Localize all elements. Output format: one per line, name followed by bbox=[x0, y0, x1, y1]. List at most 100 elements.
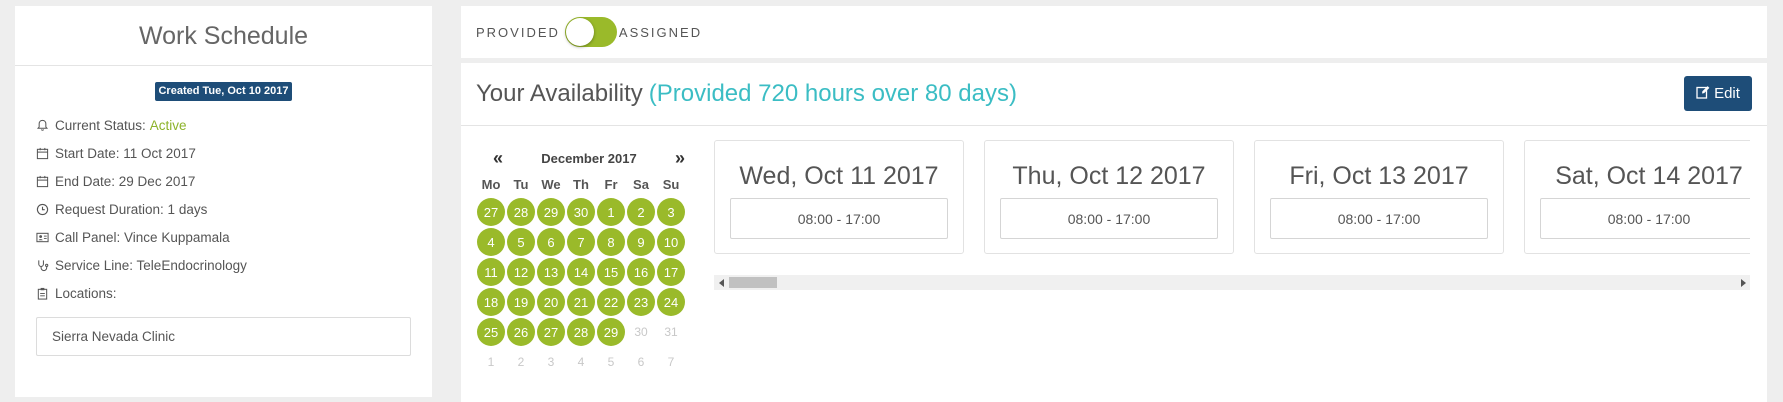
calendar-day-number: 25 bbox=[477, 318, 505, 346]
next-month-button[interactable]: » bbox=[670, 148, 690, 169]
calendar-day-available[interactable]: 20 bbox=[536, 287, 566, 317]
weekday-label: Fr bbox=[604, 176, 618, 192]
calendar-day-other-month[interactable]: 31 bbox=[656, 317, 686, 347]
calendar-day-available[interactable]: 18 bbox=[476, 287, 506, 317]
calendar-day-other-month[interactable]: 30 bbox=[626, 317, 656, 347]
availability-panel: Your Availability (Provided 720 hours ov… bbox=[461, 63, 1767, 402]
time-slot[interactable]: 08:00 - 17:00 bbox=[730, 198, 948, 239]
calendar-day-available[interactable]: 7 bbox=[566, 227, 596, 257]
calendar-day-available[interactable]: 14 bbox=[566, 257, 596, 287]
calendar-day-available[interactable]: 30 bbox=[566, 197, 596, 227]
time-slot[interactable]: 08:00 - 17:00 bbox=[1000, 198, 1218, 239]
horizontal-scrollbar[interactable] bbox=[714, 275, 1750, 290]
calendar-day-available[interactable]: 25 bbox=[476, 317, 506, 347]
scroll-left-arrow-icon[interactable] bbox=[714, 275, 729, 290]
calendar-day-available[interactable]: 4 bbox=[476, 227, 506, 257]
calendar-day-number: 29 bbox=[597, 318, 625, 346]
scroll-right-arrow-icon[interactable] bbox=[1735, 275, 1750, 290]
calendar-day-available[interactable]: 27 bbox=[476, 197, 506, 227]
location-item[interactable]: Sierra Nevada Clinic bbox=[36, 317, 411, 356]
calendar-day-available[interactable]: 1 bbox=[596, 197, 626, 227]
calendar-day-number: 18 bbox=[477, 288, 505, 316]
calendar-day-available[interactable]: 23 bbox=[626, 287, 656, 317]
calendar-day-available[interactable]: 12 bbox=[506, 257, 536, 287]
calendar-day-other-month[interactable]: 6 bbox=[626, 347, 656, 377]
calendar-day-other-month[interactable]: 3 bbox=[536, 347, 566, 377]
calendar-day-number: 7 bbox=[567, 228, 595, 256]
calendar-day-number: 3 bbox=[547, 355, 555, 369]
day-card: Thu, Oct 12 2017 08:00 - 17:00 bbox=[984, 140, 1234, 254]
status-value: Active bbox=[149, 117, 187, 133]
prev-month-button[interactable]: « bbox=[488, 148, 508, 169]
calendar-day-other-month[interactable]: 4 bbox=[566, 347, 596, 377]
month-calendar: « December 2017 » Mo Tu We Th Fr Sa Su 27 28 29 3… bbox=[476, 145, 694, 377]
request-duration-row: Request Duration: 1 days bbox=[36, 195, 432, 223]
calendar-week-row: 27 28 29 30 1 2 3 bbox=[476, 197, 694, 227]
calendar-day-available[interactable]: 26 bbox=[506, 317, 536, 347]
weekday-label: Tu bbox=[513, 176, 529, 192]
time-slot[interactable]: 08:00 - 17:00 bbox=[1540, 198, 1750, 239]
calendar-day-number: 4 bbox=[577, 355, 585, 369]
calendar-day-other-month[interactable]: 1 bbox=[476, 347, 506, 377]
calendar-day-available[interactable]: 5 bbox=[506, 227, 536, 257]
calendar-month-label[interactable]: December 2017 bbox=[541, 151, 636, 166]
calendar-week-row: 4 5 6 7 8 9 10 bbox=[476, 227, 694, 257]
calendar-day-other-month[interactable]: 5 bbox=[596, 347, 626, 377]
toggle-label-assigned[interactable]: ASSIGNED bbox=[619, 25, 702, 40]
calendar-day-number: 4 bbox=[477, 228, 505, 256]
calendar-day-number: 10 bbox=[657, 228, 685, 256]
calendar-day-available[interactable]: 24 bbox=[656, 287, 686, 317]
locations-row: Locations: bbox=[36, 279, 432, 307]
calendar-day-available[interactable]: 29 bbox=[596, 317, 626, 347]
calendar-day-available[interactable]: 8 bbox=[596, 227, 626, 257]
stethoscope-icon bbox=[36, 259, 49, 272]
calendar-day-available[interactable]: 27 bbox=[536, 317, 566, 347]
calendar-day-available[interactable]: 28 bbox=[506, 197, 536, 227]
weekday-header-row: Mo Tu We Th Fr Sa Su bbox=[476, 171, 694, 197]
time-slot[interactable]: 08:00 - 17:00 bbox=[1270, 198, 1488, 239]
toggle-label-provided[interactable]: PROVIDED bbox=[476, 25, 560, 40]
edit-button[interactable]: Edit bbox=[1684, 76, 1752, 111]
calendar-day-available[interactable]: 6 bbox=[536, 227, 566, 257]
calendar-day-available[interactable]: 17 bbox=[656, 257, 686, 287]
edit-label: Edit bbox=[1714, 85, 1740, 102]
calendar-day-other-month[interactable]: 2 bbox=[506, 347, 536, 377]
calendar-day-number: 17 bbox=[657, 258, 685, 286]
calendar-day-number: 14 bbox=[567, 258, 595, 286]
calendar-day-available[interactable]: 19 bbox=[506, 287, 536, 317]
toggle-knob[interactable] bbox=[565, 18, 594, 46]
calendar-day-number: 13 bbox=[537, 258, 565, 286]
calendar-day-available[interactable]: 9 bbox=[626, 227, 656, 257]
calendar-day-available[interactable]: 28 bbox=[566, 317, 596, 347]
calendar-day-available[interactable]: 11 bbox=[476, 257, 506, 287]
calendar-day-number: 11 bbox=[477, 258, 505, 286]
calendar-day-available[interactable]: 21 bbox=[566, 287, 596, 317]
work-schedule-panel: Work Schedule Created Tue, Oct 10 2017 C… bbox=[15, 6, 432, 397]
calendar-day-available[interactable]: 3 bbox=[656, 197, 686, 227]
calendar-day-available[interactable]: 15 bbox=[596, 257, 626, 287]
calendar-day-available[interactable]: 13 bbox=[536, 257, 566, 287]
calendar-day-number: 30 bbox=[567, 198, 595, 226]
calendar-day-available[interactable]: 16 bbox=[626, 257, 656, 287]
calendar-day-number: 1 bbox=[487, 355, 495, 369]
calendar-day-number: 5 bbox=[607, 355, 615, 369]
calendar-day-available[interactable]: 10 bbox=[656, 227, 686, 257]
scrollbar-thumb[interactable] bbox=[729, 277, 777, 288]
provided-assigned-toggle[interactable] bbox=[564, 17, 617, 47]
calendar-day-available[interactable]: 29 bbox=[536, 197, 566, 227]
calendar-day-other-month[interactable]: 7 bbox=[656, 347, 686, 377]
calendar-day-number: 21 bbox=[567, 288, 595, 316]
calendar-day-number: 31 bbox=[664, 325, 678, 339]
calendar-day-available[interactable]: 2 bbox=[626, 197, 656, 227]
edit-icon bbox=[1696, 85, 1714, 103]
calendar-day-number: 30 bbox=[634, 325, 648, 339]
calendar-day-number: 8 bbox=[597, 228, 625, 256]
day-cards-scroller: Wed, Oct 11 2017 08:00 - 17:00 Thu, Oct 12… bbox=[714, 140, 1750, 280]
calendar-day-available[interactable]: 22 bbox=[596, 287, 626, 317]
weekday-label: Sa bbox=[633, 176, 649, 192]
call-panel-text: Call Panel: Vince Kuppamala bbox=[55, 229, 230, 245]
status-label: Current Status: bbox=[55, 117, 146, 133]
day-card-date: Thu, Oct 12 2017 bbox=[1012, 162, 1206, 190]
view-toggle-bar: PROVIDED ASSIGNED bbox=[461, 6, 1767, 58]
calendar-day-number: 16 bbox=[627, 258, 655, 286]
